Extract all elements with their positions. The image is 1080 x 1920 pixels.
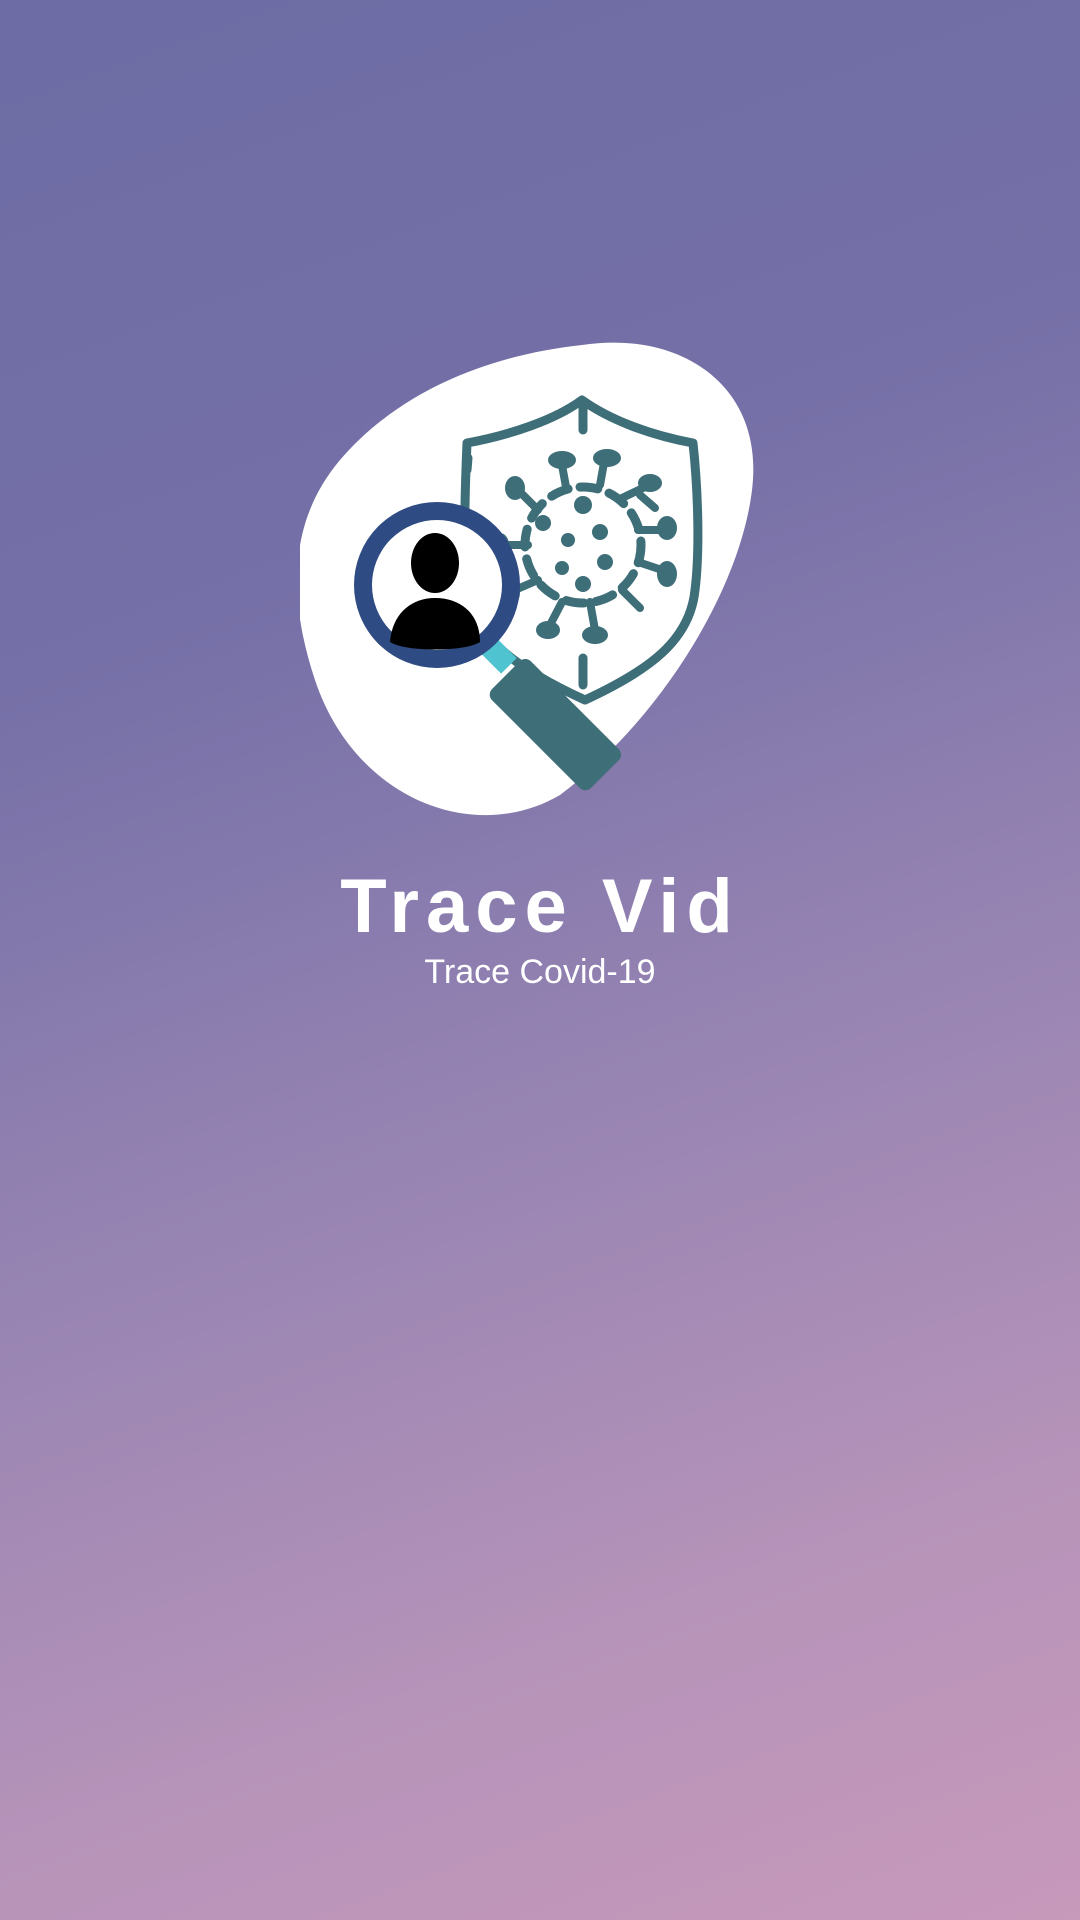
app-subtitle: Trace Covid-19 [424, 953, 656, 991]
splash-screen: Trace Vid Trace Covid-19 [0, 0, 1080, 1920]
logo-graphic [300, 342, 754, 816]
app-logo [300, 340, 760, 820]
app-title: Trace Vid [340, 864, 740, 949]
